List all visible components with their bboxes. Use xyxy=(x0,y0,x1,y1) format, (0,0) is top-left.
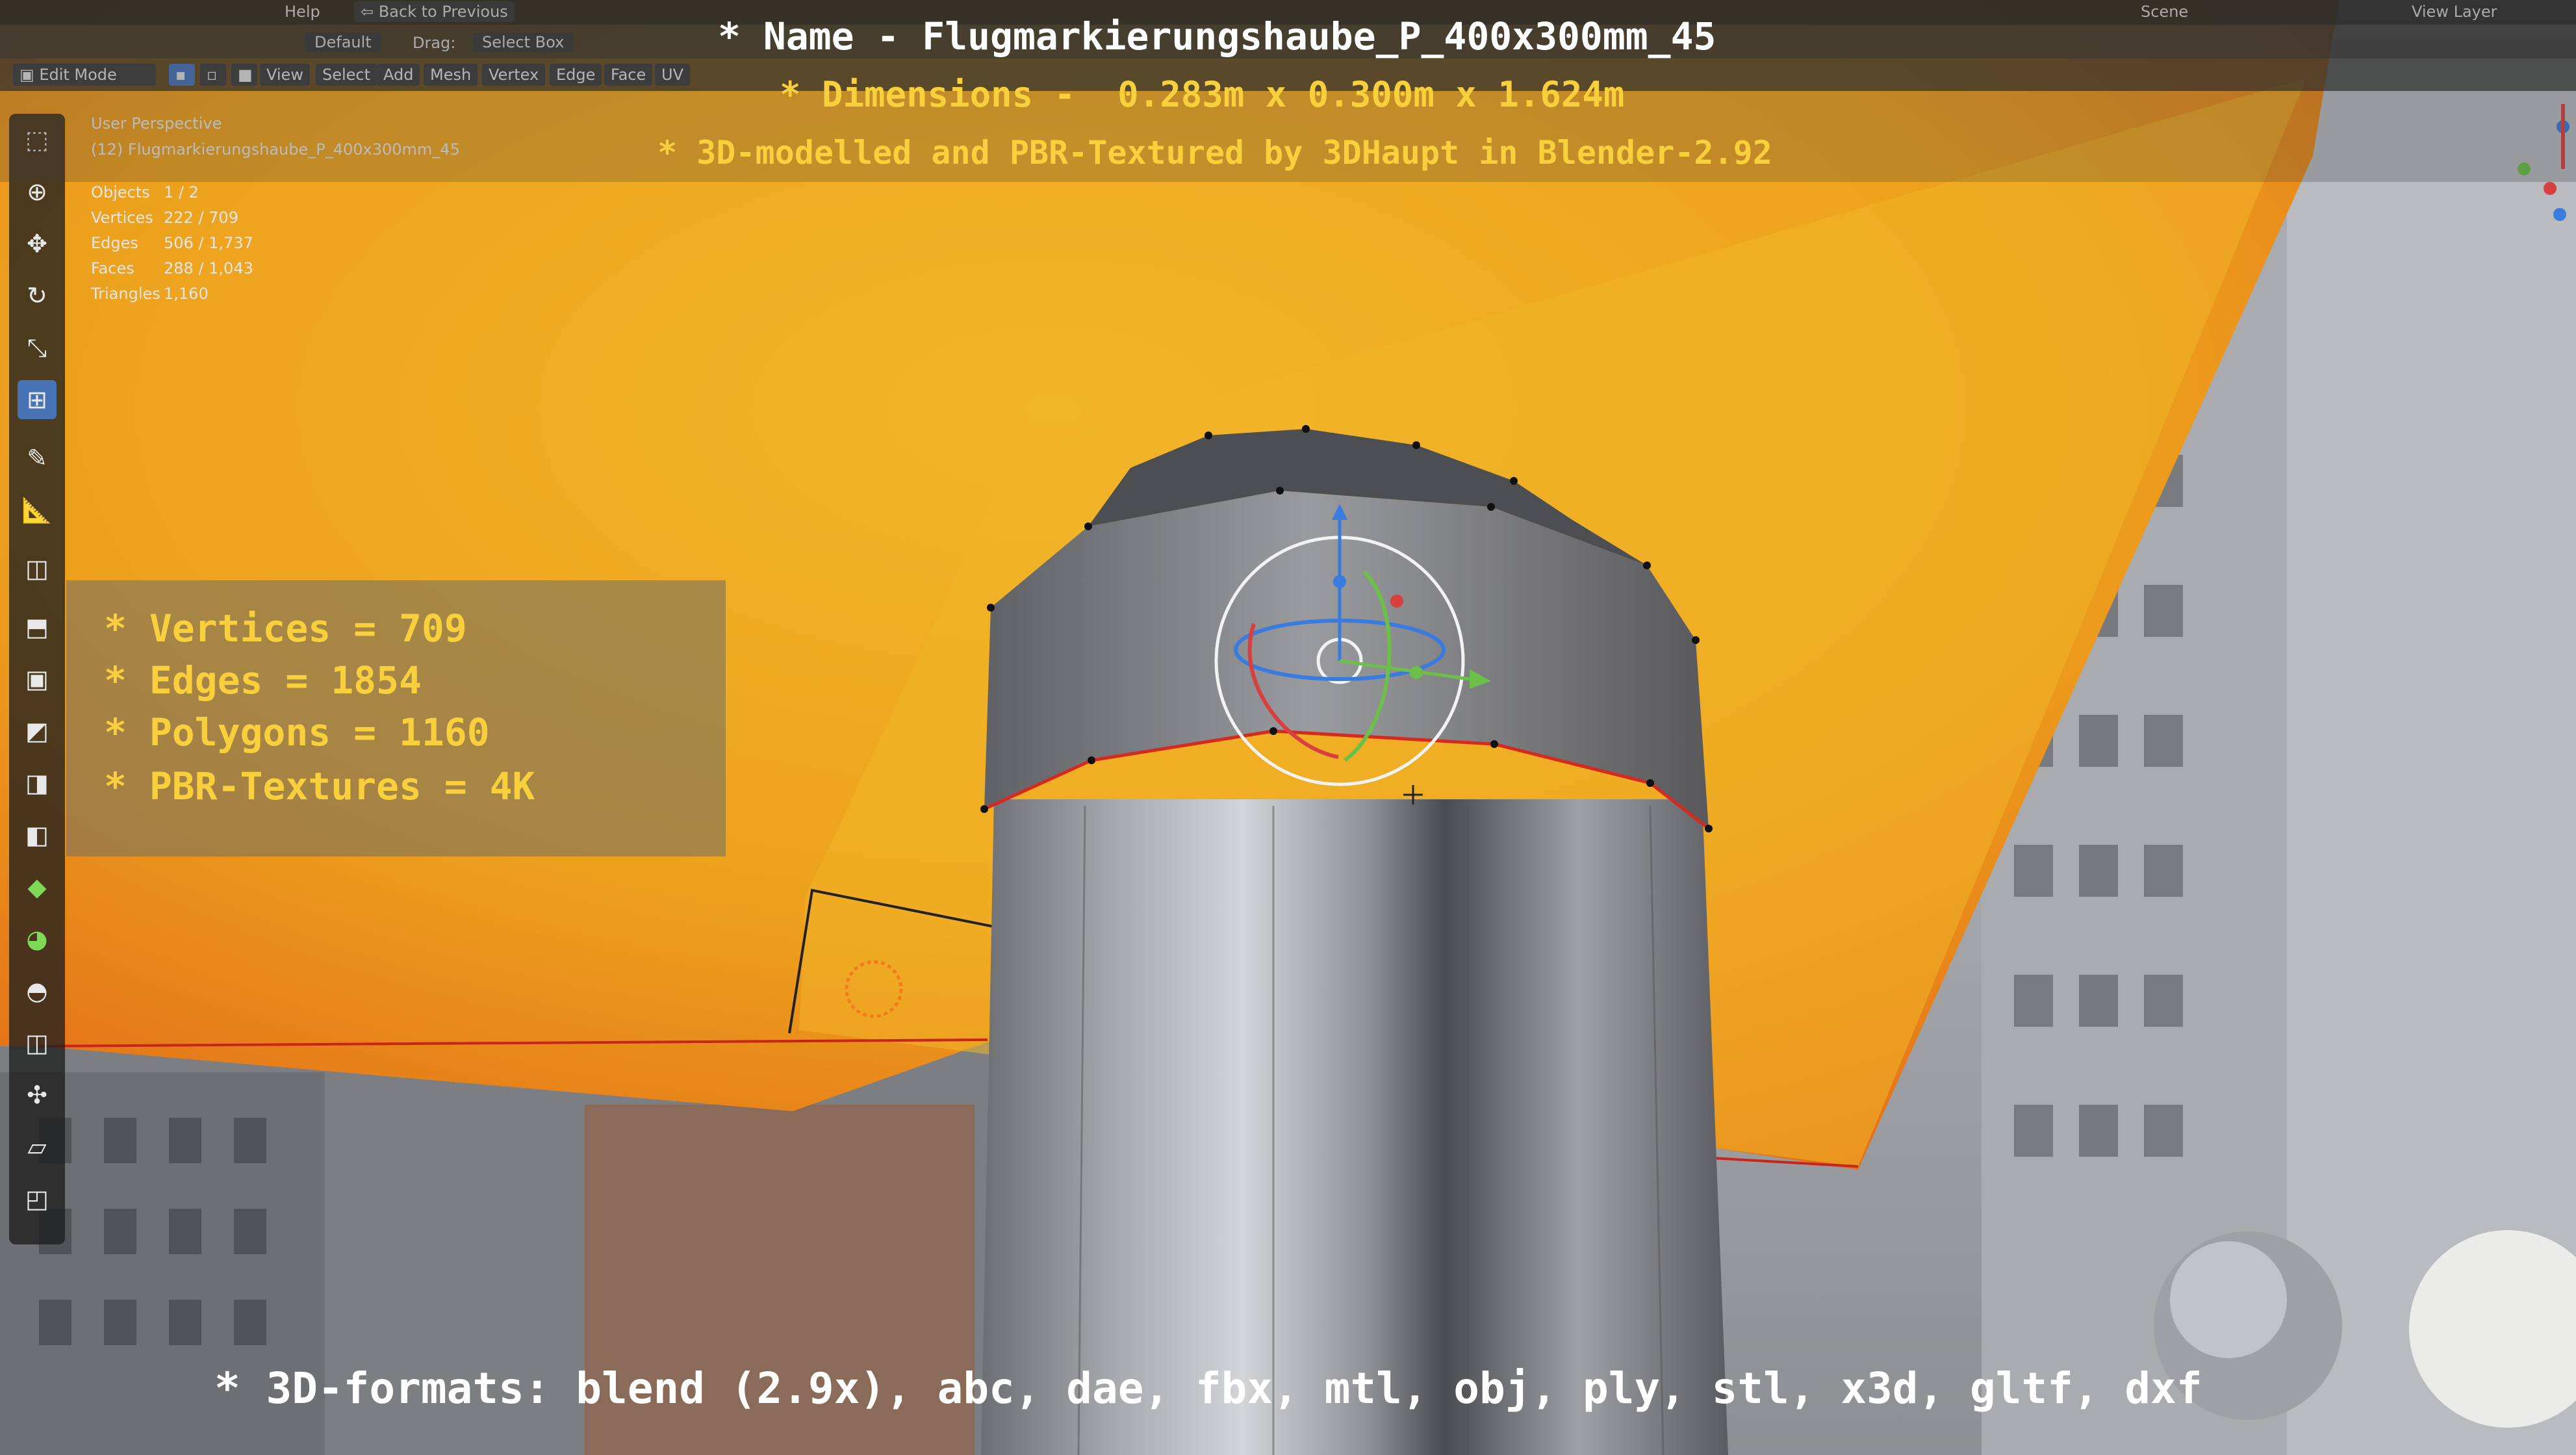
extrude-tool-icon[interactable]: ⬒ xyxy=(18,608,57,647)
stat-polygons: * Polygons = 1160 xyxy=(104,710,490,754)
shrink-fatten-tool-icon[interactable]: ✣ xyxy=(18,1075,57,1114)
stat-label: Faces xyxy=(91,259,134,277)
formats-caption: * 3D-formats: blend (2.9x), abc, dae, fb… xyxy=(214,1363,2202,1413)
measure-tool-icon[interactable]: 📐 xyxy=(18,491,57,530)
stat-label: Objects xyxy=(91,183,150,201)
stat-edges: * Edges = 1854 xyxy=(104,658,422,702)
model-author-title: * 3D-modelled and PBR-Textured by 3DHaup… xyxy=(657,134,1772,172)
move-tool-icon[interactable]: ✥ xyxy=(18,224,57,263)
stat-label: Vertices xyxy=(91,209,153,227)
add-cube-tool-icon[interactable]: ◫ xyxy=(18,549,57,588)
stat-value: 222 / 709 xyxy=(164,209,238,227)
stat-label: Triangles xyxy=(91,285,160,303)
annotate-tool-icon[interactable]: ✎ xyxy=(18,439,57,478)
knife-tool-icon[interactable]: ◧ xyxy=(18,816,57,855)
mesh-stats-box: * Vertices = 709 * Edges = 1854 * Polygo… xyxy=(66,580,726,856)
stat-value: 1,160 xyxy=(164,285,209,303)
shear-tool-icon[interactable]: ▱ xyxy=(18,1127,57,1166)
bevel-tool-icon[interactable]: ◩ xyxy=(18,712,57,751)
stat-vertices: * Vertices = 709 xyxy=(104,606,467,650)
smooth-tool-icon[interactable]: ◓ xyxy=(18,972,57,1011)
rotate-tool-icon[interactable]: ↻ xyxy=(18,276,57,315)
spin-tool-icon[interactable]: ◕ xyxy=(18,920,57,959)
rip-tool-icon[interactable]: ◰ xyxy=(18,1179,57,1218)
transform-tool-icon[interactable]: ⊞ xyxy=(18,380,57,419)
loop-cut-tool-icon[interactable]: ◨ xyxy=(18,764,57,803)
stat-value: 1 / 2 xyxy=(164,183,199,201)
stat-value: 506 / 1,737 xyxy=(164,234,253,252)
stat-label: Edges xyxy=(91,234,138,252)
model-name-title: * Name - Flugmarkierungshaube_P_400x300m… xyxy=(718,14,1716,58)
tool-shelf: ⬚ ⊕ ✥ ↻ ⤡ ⊞ ✎ 📐 ◫ ⬒ ▣ ◩ ◨ ◧ ◆ ◕ ◓ ◫ ✣ ▱ … xyxy=(9,114,65,1244)
model-dimensions-title: * Dimensions - 0.283m x 0.300m x 1.624m xyxy=(780,74,1625,115)
poly-build-tool-icon[interactable]: ◆ xyxy=(18,868,57,907)
inset-tool-icon[interactable]: ▣ xyxy=(18,660,57,699)
stat-pbr-textures: * PBR-Textures = 4K xyxy=(104,764,535,808)
scale-tool-icon[interactable]: ⤡ xyxy=(18,328,57,367)
edge-slide-tool-icon[interactable]: ◫ xyxy=(18,1024,57,1062)
stat-value: 288 / 1,043 xyxy=(164,259,253,277)
